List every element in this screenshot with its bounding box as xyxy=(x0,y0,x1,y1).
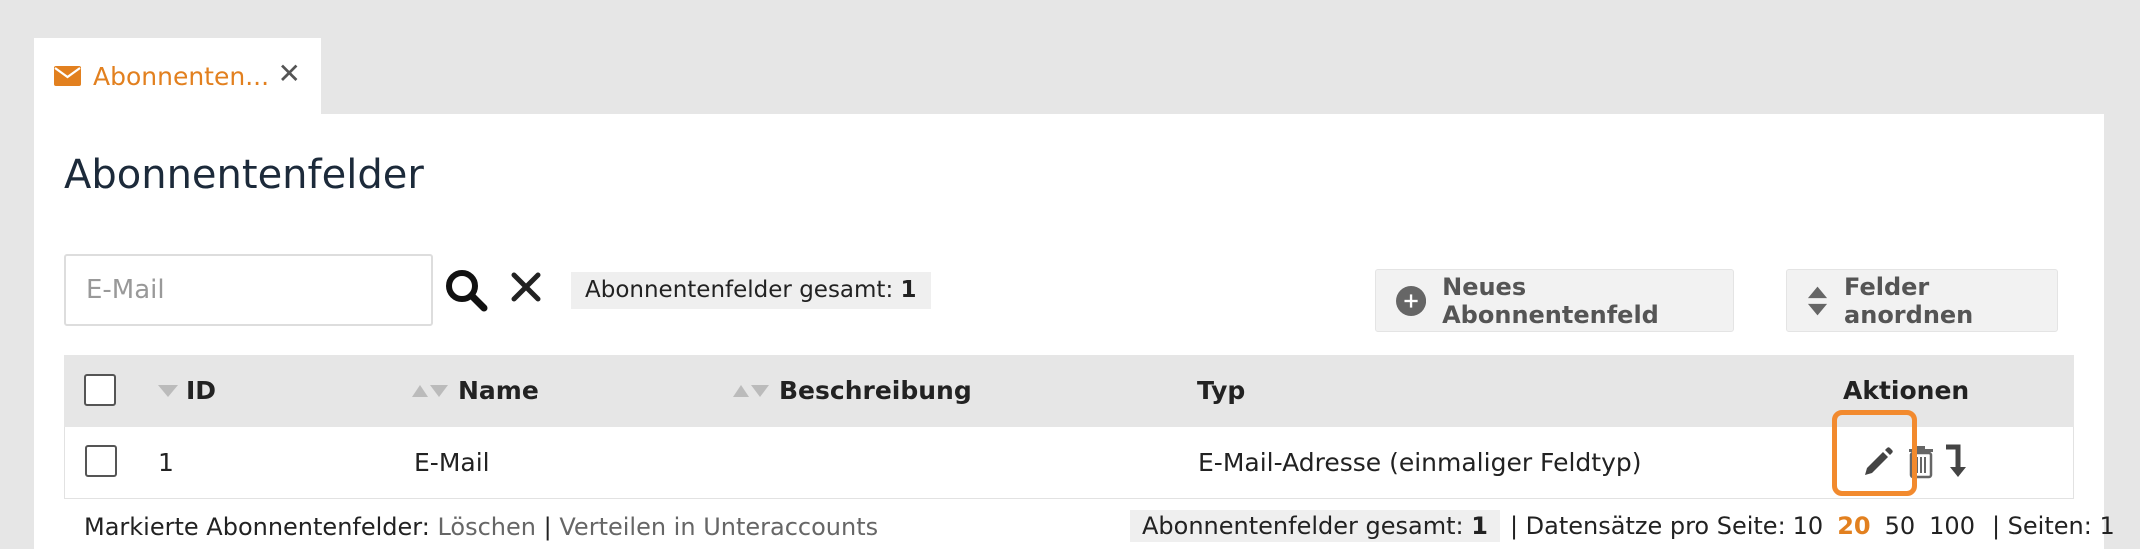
close-icon[interactable]: ✕ xyxy=(278,60,301,88)
envelope-icon xyxy=(54,66,81,86)
order-fields-label: Felder anordnen xyxy=(1844,272,1974,329)
pages-label: | Seiten: 1 xyxy=(1991,512,2115,540)
separator: | xyxy=(543,513,552,541)
sort-desc-icon[interactable] xyxy=(158,385,178,397)
clear-search-icon[interactable] xyxy=(509,270,543,304)
total-count-badge: Abonnentenfelder gesamt: 1 xyxy=(571,272,931,309)
sort-icon xyxy=(1807,286,1828,315)
delete-link[interactable]: Löschen xyxy=(437,513,536,541)
new-field-label: Neues Abonnentenfeld xyxy=(1442,272,1659,329)
plus-circle-icon xyxy=(1396,285,1427,316)
per-page-option-50[interactable]: 50 xyxy=(1885,512,1916,540)
search-icon[interactable] xyxy=(444,268,488,312)
tab-abonnenten[interactable]: Abonnenten... ✕ xyxy=(34,38,321,114)
header-id[interactable]: ID xyxy=(186,355,216,427)
level-down-icon[interactable] xyxy=(1944,443,1968,479)
select-all-checkbox[interactable] xyxy=(84,374,116,406)
per-page-option-10[interactable]: 10 xyxy=(1793,512,1824,540)
cell-type: E-Mail-Adresse (einmaliger Feldtyp) xyxy=(1198,448,1642,477)
footer-total-count: 1 xyxy=(1471,512,1488,540)
edit-highlight xyxy=(1832,410,1917,496)
marked-label: Markierte Abonnentenfelder: xyxy=(84,513,430,541)
page-title: Abonnentenfelder xyxy=(64,152,424,198)
distribute-link[interactable]: Verteilen in Unteraccounts xyxy=(559,513,878,541)
header-type: Typ xyxy=(1197,376,1246,405)
sort-toggle-icon[interactable] xyxy=(412,385,448,397)
tab-label: Abonnenten... xyxy=(93,61,270,91)
row-checkbox[interactable] xyxy=(85,445,117,477)
table-header: ID Name Beschreibung Typ Aktionen xyxy=(64,355,2074,427)
cell-name: E-Mail xyxy=(414,448,490,477)
footer-total-badge: Abonnentenfelder gesamt: 1 xyxy=(1130,510,1500,542)
cell-id: 1 xyxy=(158,448,174,477)
table-row: 1 E-Mail E-Mail-Adresse (einmaliger Feld… xyxy=(64,427,2074,499)
sort-toggle-icon[interactable] xyxy=(733,385,769,397)
search-input[interactable] xyxy=(66,256,431,324)
pagination-bar: Abonnentenfelder gesamt: 1 | Datensätze … xyxy=(1130,510,2115,542)
search-field[interactable] xyxy=(64,254,433,326)
order-fields-button[interactable]: Felder anordnen xyxy=(1786,269,2058,332)
new-field-button[interactable]: Neues Abonnentenfeld xyxy=(1375,269,1734,332)
per-page-option-20[interactable]: 20 xyxy=(1837,512,1870,540)
header-description[interactable]: Beschreibung xyxy=(779,355,972,427)
per-page-option-100[interactable]: 100 xyxy=(1929,512,1975,540)
per-page-label: | Datensätze pro Seite: xyxy=(1509,512,1786,540)
header-name[interactable]: Name xyxy=(458,355,539,427)
total-count: 1 xyxy=(900,277,917,303)
bulk-actions: Markierte Abonnentenfelder: Löschen | Ve… xyxy=(84,513,878,541)
